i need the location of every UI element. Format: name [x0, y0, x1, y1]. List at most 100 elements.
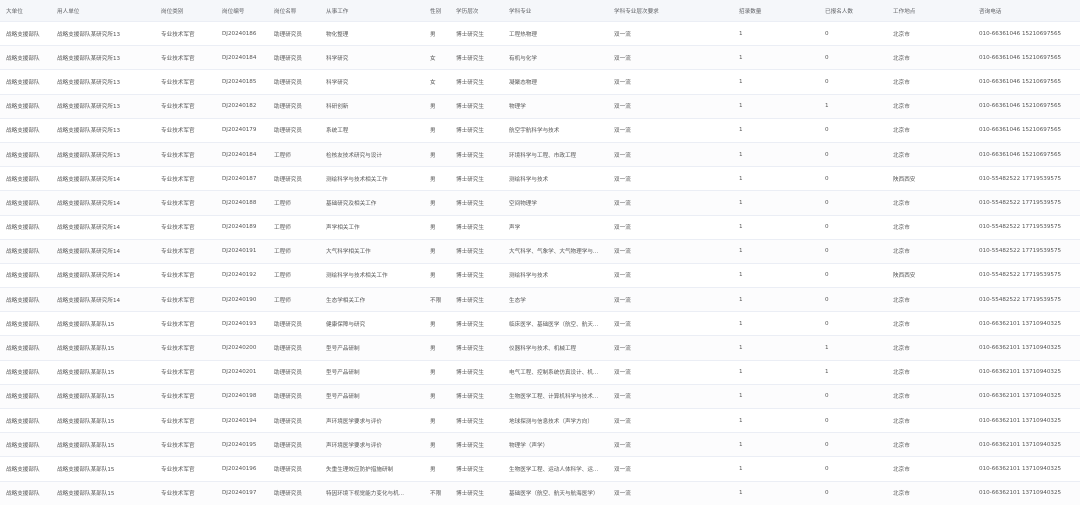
table-cell: 专业技术军官: [155, 263, 216, 289]
column-header[interactable]: 岗位名称: [268, 0, 320, 22]
column-header[interactable]: 学科专业层次要求: [608, 0, 733, 22]
table-cell: 博士研究生: [450, 215, 503, 240]
table-cell: 助理研究员: [268, 360, 320, 385]
table-cell: 男: [424, 311, 450, 337]
table-row[interactable]: 战略支援部队 战略支援部队某研究所14 专业技术军官 DJ20240192 工程师 测绘科…: [0, 263, 1080, 289]
table-cell: 0: [819, 166, 887, 192]
position-table-container: 大单位 用人单位 岗位类别 岗位编号 岗位名称 从事工作 性别 学历层次 学科专业 学科专业层次要…: [0, 0, 1080, 505]
table-cell: 博士研究生: [450, 360, 503, 385]
table-cell: 0: [819, 408, 887, 434]
table-cell: 1: [733, 118, 819, 143]
column-header[interactable]: 学科专业: [503, 0, 608, 22]
table-row[interactable]: 战略支援部队 战略支援部队某研究所14 专业技术军官 DJ20240190 工程师 生态学…: [0, 287, 1080, 313]
table-cell: 0: [819, 142, 887, 168]
table-cell: 战略支援部队某研究所14: [51, 190, 155, 216]
column-header[interactable]: 大单位: [0, 0, 51, 22]
column-header[interactable]: 工作地点: [887, 0, 973, 22]
table-cell: 双一流: [608, 166, 733, 192]
column-header[interactable]: 咨询电话: [973, 0, 1080, 22]
table-row[interactable]: 战略支援部队 战略支援部队某部队15 专业技术军官 DJ20240195 助理研究员 声环…: [0, 432, 1080, 458]
table-row[interactable]: 战略支援部队 战略支援部队某研究所14 专业技术军官 DJ20240188 工程师 基础研…: [0, 190, 1080, 216]
table-cell: 博士研究生: [450, 408, 503, 434]
table-body: 战略支援部队 战略支援部队某研究所13 专业技术军官 DJ20240186 助理研究员物…: [0, 21, 1080, 505]
table-cell: 博士研究生: [450, 190, 503, 216]
table-cell: 战略支援部队某部队15: [51, 384, 155, 410]
column-header[interactable]: 已报名人数: [819, 0, 887, 22]
table-cell: 战略支援部队某部队15: [51, 456, 155, 482]
table-cell: 双一流: [608, 311, 733, 337]
table-cell: 战略支援部队: [0, 456, 51, 482]
table-cell: 男: [424, 384, 450, 410]
table-cell: 1: [733, 94, 819, 119]
table-cell: 男: [424, 456, 450, 482]
column-header[interactable]: 从事工作: [320, 0, 424, 22]
table-row[interactable]: 战略支援部队 战略支援部队某部队15 专业技术军官 DJ20240193 助理研究员 健康…: [0, 311, 1080, 337]
table-cell: 助理研究员: [268, 481, 320, 505]
table-cell: 北京市: [887, 408, 973, 434]
column-header[interactable]: 招录数量: [733, 0, 819, 22]
table-cell: 双一流: [608, 481, 733, 505]
table-cell: 0: [819, 263, 887, 289]
table-row[interactable]: 战略支援部队 战略支援部队某研究所13 专业技术军官 DJ20240184 工程师 检核友…: [0, 142, 1080, 168]
table-row[interactable]: 战略支援部队 战略支援部队某部队15 专业技术军官 DJ20240198 助理研究员 型号…: [0, 384, 1080, 410]
table-cell: 男: [424, 408, 450, 434]
table-cell: 仪器科学与技术、机械工程: [503, 335, 608, 361]
table-row[interactable]: 战略支援部队 战略支援部队某研究所14 专业技术军官 DJ20240187 助理研究员测…: [0, 166, 1080, 192]
column-header[interactable]: 岗位类别: [155, 0, 216, 22]
table-cell: 专业技术军官: [155, 215, 216, 240]
table-cell: 博士研究生: [450, 21, 503, 47]
table-cell: 工程师: [268, 239, 320, 264]
table-cell: 战略支援部队: [0, 45, 51, 71]
table-row[interactable]: 战略支援部队 战略支援部队某研究所14 专业技术军官 DJ20240189 工程师 声学相…: [0, 215, 1080, 240]
table-cell: DJ20240190: [216, 287, 268, 313]
table-cell: 大气科学、气象学、大气物理学与...: [503, 239, 608, 264]
table-row[interactable]: 战略支援部队 战略支援部队某研究所13 专业技术军官 DJ20240185 助理研究员科…: [0, 69, 1080, 95]
table-cell: 010-66361046 15210697565: [973, 21, 1080, 47]
table-row[interactable]: 战略支援部队 战略支援部队某研究所13 专业技术军官 DJ20240186 助理研究员物…: [0, 21, 1080, 47]
table-cell: 0: [819, 45, 887, 71]
table-cell: 环境科学与工程、市政工程: [503, 142, 608, 168]
table-cell: 助理研究员: [268, 384, 320, 410]
table-row[interactable]: 战略支援部队 战略支援部队某部队15 专业技术军官 DJ20240196 助理研究员 失重…: [0, 456, 1080, 482]
table-row[interactable]: 战略支援部队 战略支援部队某部队15 专业技术军官 DJ20240201 助理研究员 型号…: [0, 360, 1080, 385]
table-cell: 1: [819, 94, 887, 119]
table-cell: DJ20240192: [216, 263, 268, 289]
table-cell: 大气科学相关工作: [320, 239, 424, 264]
table-cell: 型号产品研制: [320, 360, 424, 385]
table-cell: 物理学（声学）: [503, 432, 608, 458]
table-cell: 双一流: [608, 287, 733, 313]
table-cell: 010-55482522 17719539575: [973, 239, 1080, 264]
table-row[interactable]: 战略支援部队 战略支援部队某部队15 专业技术军官 DJ20240194 助理研究员 声环…: [0, 408, 1080, 434]
table-cell: 男: [424, 21, 450, 47]
table-cell: 女: [424, 45, 450, 71]
table-cell: 科研创新: [320, 94, 424, 119]
table-cell: DJ20240194: [216, 408, 268, 434]
table-cell: 北京市: [887, 45, 973, 71]
table-cell: 1: [733, 166, 819, 192]
table-row[interactable]: 战略支援部队 战略支援部队某部队15 专业技术军官 DJ20240200 助理研究员 型号…: [0, 335, 1080, 361]
table-cell: 战略支援部队: [0, 360, 51, 385]
table-row[interactable]: 战略支援部队 战略支援部队某部队15 专业技术军官 DJ20240197 助理研究员 特因…: [0, 481, 1080, 505]
table-cell: 0: [819, 432, 887, 458]
table-cell: 助理研究员: [268, 94, 320, 119]
table-cell: 0: [819, 190, 887, 216]
table-cell: 1: [733, 69, 819, 95]
table-cell: 010-66362101 13710940325: [973, 456, 1080, 482]
table-cell: 北京市: [887, 142, 973, 168]
column-header[interactable]: 用人单位: [51, 0, 155, 22]
table-cell: 战略支援部队: [0, 311, 51, 337]
table-cell: 1: [733, 215, 819, 240]
table-row[interactable]: 战略支援部队 战略支援部队某研究所13 专业技术军官 DJ20240184 助理研究员科…: [0, 45, 1080, 71]
table-cell: 专业技术军官: [155, 190, 216, 216]
column-header[interactable]: 岗位编号: [216, 0, 268, 22]
table-row[interactable]: 战略支援部队 战略支援部队某研究所13 专业技术军官 DJ20240182 助理研究员科…: [0, 94, 1080, 119]
column-header[interactable]: 性别: [424, 0, 450, 22]
table-cell: 助理研究员: [268, 21, 320, 47]
table-row[interactable]: 战略支援部队 战略支援部队某研究所13 专业技术军官 DJ20240179 助理研究员系…: [0, 118, 1080, 143]
column-header[interactable]: 学历层次: [450, 0, 503, 22]
table-row[interactable]: 战略支援部队 战略支援部队某研究所14 专业技术军官 DJ20240191 工程师 大气科…: [0, 239, 1080, 264]
table-cell: 双一流: [608, 45, 733, 71]
table-cell: 010-66362101 13710940325: [973, 360, 1080, 385]
table-cell: 测绘科学与技术: [503, 263, 608, 289]
table-cell: 战略支援部队某部队15: [51, 408, 155, 434]
